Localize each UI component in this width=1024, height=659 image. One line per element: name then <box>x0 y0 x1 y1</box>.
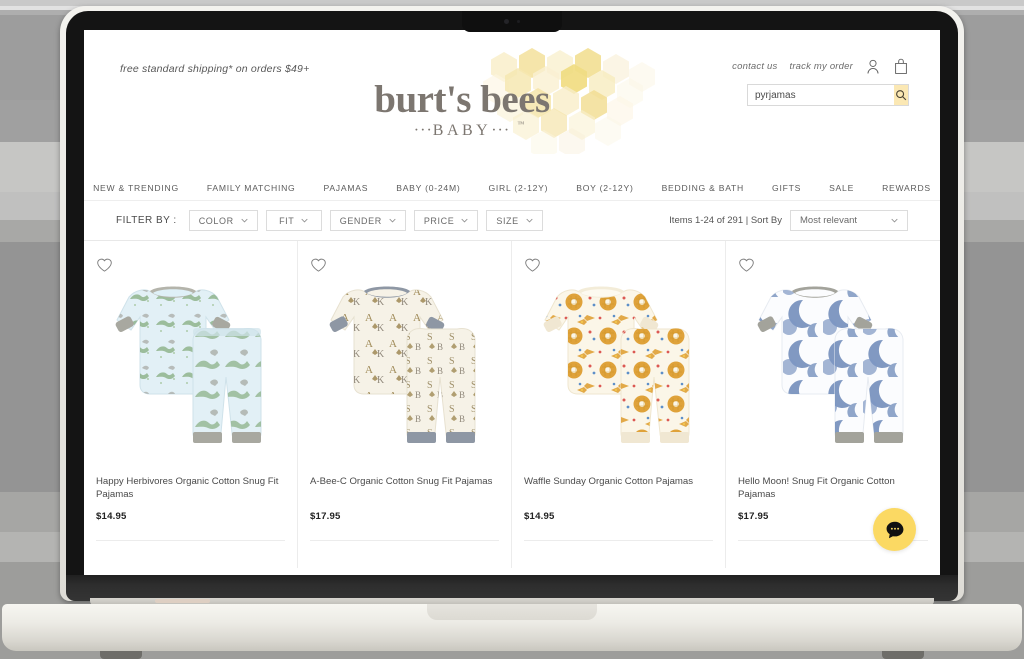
laptop-port <box>155 599 210 603</box>
filter-bar: FILTER BY : COLOR FIT GENDER PRICE SIZE … <box>84 201 940 241</box>
item-count-text: Items 1-24 of 291 | Sort By <box>669 215 782 226</box>
product-name[interactable]: A-Bee-C Organic Cotton Snug Fit Pajamas <box>310 475 499 502</box>
card-divider <box>96 540 285 568</box>
nav-item-rewards[interactable]: REWARDS <box>868 183 940 193</box>
pajama-set-moons <box>757 286 904 443</box>
sort-by-value: Most relevant <box>800 215 858 226</box>
chevron-down-icon <box>241 218 248 223</box>
nav-item-bedding-bath[interactable]: BEDDING & BATH <box>648 183 758 193</box>
nav-item-gifts[interactable]: GIFTS <box>758 183 815 193</box>
filter-by-label: FILTER BY : <box>116 215 177 226</box>
product-price: $17.95 <box>310 511 341 522</box>
webpage: free standard shipping* on orders $49+ b… <box>84 30 940 575</box>
chevron-down-icon <box>461 218 468 223</box>
nav-item-family-matching[interactable]: FAMILY MATCHING <box>193 183 310 193</box>
product-card[interactable]: A K S B <box>298 241 512 568</box>
product-image[interactable] <box>524 255 713 463</box>
product-name[interactable]: Waffle Sunday Organic Cotton Pajamas <box>524 475 713 502</box>
product-price: $14.95 <box>524 511 555 522</box>
promo-banner: free standard shipping* on orders $49+ <box>120 63 310 75</box>
product-image[interactable]: A K S B <box>310 255 499 463</box>
brand-name: burt's bees <box>374 78 550 121</box>
chevron-down-icon <box>389 218 396 223</box>
product-grid: Happy Herbivores Organic Cotton Snug Fit… <box>84 241 940 568</box>
utility-nav: contact us track my order <box>732 58 909 75</box>
nav-item-pajamas[interactable]: PAJAMAS <box>309 183 382 193</box>
shopping-bag-icon[interactable] <box>893 58 909 75</box>
filter-color-label: COLOR <box>198 215 234 226</box>
main-navigation: NEW & TRENDING FAMILY MATCHING PAJAMAS B… <box>84 175 940 201</box>
filter-fit[interactable]: FIT <box>265 210 322 231</box>
nav-item-new-trending[interactable]: NEW & TRENDING <box>84 183 193 193</box>
pajama-set-waffles <box>543 286 689 443</box>
filter-size-label: SIZE <box>496 215 519 226</box>
card-divider <box>524 540 713 568</box>
filter-gender-label: GENDER <box>339 215 382 226</box>
laptop-mockup: free standard shipping* on orders $49+ b… <box>0 0 1024 659</box>
product-name[interactable]: Happy Herbivores Organic Cotton Snug Fit… <box>96 475 285 502</box>
filter-color[interactable]: COLOR <box>188 210 258 231</box>
sort-by-select[interactable]: Most relevant <box>790 210 908 231</box>
site-logo[interactable]: burt's bees ···BABY··· ™ <box>357 46 667 154</box>
nav-item-baby[interactable]: BABY (0-24M) <box>382 183 474 193</box>
site-header: free standard shipping* on orders $49+ b… <box>84 30 940 175</box>
product-image[interactable] <box>738 255 928 463</box>
search-icon <box>896 90 907 101</box>
filter-price-label: PRICE <box>423 215 455 226</box>
track-order-link[interactable]: track my order <box>789 61 853 72</box>
product-name[interactable]: Hello Moon! Snug Fit Organic Cotton Paja… <box>738 475 928 502</box>
chat-bubble-icon <box>886 521 903 538</box>
card-divider <box>310 540 499 568</box>
product-image[interactable] <box>96 255 285 463</box>
nav-item-girl[interactable]: GIRL (2-12Y) <box>474 183 562 193</box>
filter-size[interactable]: SIZE <box>486 210 543 231</box>
chevron-down-icon <box>301 218 308 223</box>
laptop-foot-right <box>882 651 924 659</box>
search-bar[interactable] <box>747 84 909 106</box>
product-card[interactable]: Waffle Sunday Organic Cotton Pajamas $14… <box>512 241 726 568</box>
nav-item-boy[interactable]: BOY (2-12Y) <box>562 183 647 193</box>
pajama-set-letters: A K S B <box>329 286 475 443</box>
pajama-set-dinosaurs <box>115 286 261 443</box>
product-price: $14.95 <box>96 511 127 522</box>
brand-lockup: burt's bees ···BABY··· ™ <box>357 80 567 140</box>
person-icon[interactable] <box>865 58 881 75</box>
search-button[interactable] <box>894 85 908 105</box>
webcam-icon <box>504 19 509 24</box>
trademark-symbol: ™ <box>517 120 525 128</box>
filter-price[interactable]: PRICE <box>413 210 479 231</box>
heart-icon[interactable] <box>310 257 327 273</box>
chat-widget-button[interactable] <box>873 508 916 551</box>
contact-us-link[interactable]: contact us <box>732 61 777 72</box>
laptop-screen: free standard shipping* on orders $49+ b… <box>84 30 940 575</box>
product-card[interactable]: Happy Herbivores Organic Cotton Snug Fit… <box>84 241 298 568</box>
heart-icon[interactable] <box>524 257 541 273</box>
filter-fit-label: FIT <box>279 215 295 226</box>
laptop-foot-left <box>100 651 142 659</box>
heart-icon[interactable] <box>96 257 113 273</box>
search-input[interactable] <box>748 85 894 105</box>
heart-icon[interactable] <box>738 257 755 273</box>
chevron-down-icon <box>526 218 533 223</box>
nav-item-sale[interactable]: SALE <box>815 183 868 193</box>
brand-subname: ···BABY··· ™ <box>413 120 525 139</box>
filter-gender[interactable]: GENDER <box>329 210 406 231</box>
webcam-sensor-icon <box>517 20 520 23</box>
chevron-down-icon <box>891 218 898 223</box>
laptop-base-notch <box>427 604 597 620</box>
laptop-notch <box>462 11 562 32</box>
